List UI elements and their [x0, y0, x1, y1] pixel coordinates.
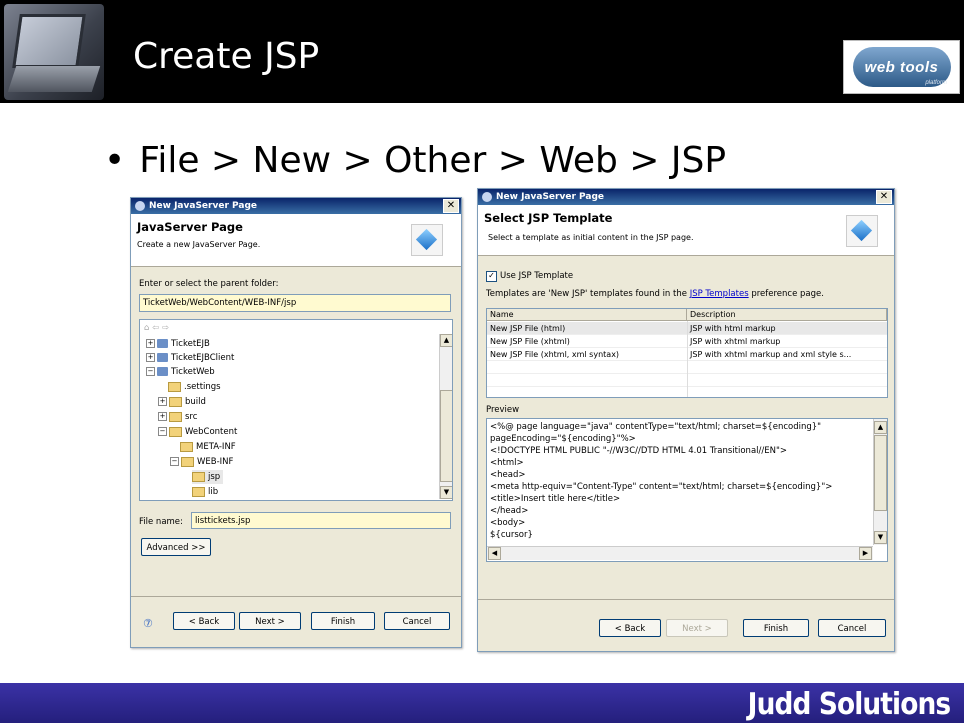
- eclipse-icon: [482, 192, 492, 202]
- preview-line: <html>: [490, 458, 524, 468]
- templates-info: Templates are 'New JSP' templates found …: [486, 289, 824, 299]
- preview-line: <body>: [490, 518, 526, 528]
- folder-input[interactable]: TicketWeb/WebContent/WEB-INF/jsp: [139, 294, 451, 312]
- preview-hscrollbar[interactable]: ◀ ▶: [487, 546, 873, 560]
- tree-item[interactable]: + TicketEJBClient: [146, 351, 234, 365]
- advanced-button[interactable]: Advanced >>: [141, 538, 211, 556]
- tree-item-selected[interactable]: jsp: [192, 470, 224, 484]
- preview-line: pageEncoding="${encoding}"%>: [490, 434, 636, 444]
- tree-scrollbar[interactable]: ▲ ▼: [439, 334, 452, 499]
- dialog-titlebar: New JavaServer Page ✕: [478, 189, 894, 205]
- next-button[interactable]: Next >: [239, 612, 301, 630]
- scroll-down-icon[interactable]: ▼: [440, 486, 452, 499]
- back-button[interactable]: < Back: [173, 612, 235, 630]
- footer-bar: Judd Solutions: [0, 683, 964, 723]
- table-cell-desc[interactable]: JSP with html markup: [687, 322, 887, 335]
- finish-button[interactable]: Finish: [311, 612, 375, 630]
- bullet-point: • File > New > Other > Web > JSP: [104, 140, 726, 181]
- jsp-dialog-template: New JavaServer Page ✕ Select JSP Templat…: [477, 188, 895, 652]
- scroll-right-icon[interactable]: ▶: [859, 547, 872, 560]
- title-bar: Create JSP web tools platform: [0, 0, 964, 103]
- preview-line: <title>Insert title here</title>: [490, 494, 621, 504]
- folder-tree[interactable]: ⌂ ⇦ ⇨ + TicketEJB + TicketEJBClient − Ticke…: [139, 319, 453, 501]
- laptop-image: [4, 4, 104, 100]
- jsp-dialog-folder: New JavaServer Page ✕ JavaServer Page Cr…: [130, 197, 462, 648]
- dialog-title: New JavaServer Page: [149, 201, 257, 211]
- header-subtitle: Select a template as initial content in …: [488, 233, 694, 242]
- preview-line: ${cursor}: [490, 530, 533, 539]
- web-tools-logo: web tools platform: [843, 40, 960, 94]
- cancel-button[interactable]: Cancel: [818, 619, 886, 637]
- table-cell-desc[interactable]: JSP with xhtml markup: [687, 335, 887, 348]
- preview-line: <%@ page language="java" contentType="te…: [490, 422, 822, 432]
- footer-brand: Judd Solutions: [747, 687, 950, 722]
- tree-toolbar[interactable]: ⌂ ⇦ ⇨: [144, 321, 169, 335]
- cancel-button[interactable]: Cancel: [384, 612, 450, 630]
- tree-item[interactable]: − WEB-INF: [170, 455, 233, 469]
- column-header-name[interactable]: Name: [487, 309, 687, 321]
- eclipse-icon: [135, 201, 145, 211]
- column-header-description[interactable]: Description: [687, 309, 887, 321]
- column-divider: [687, 321, 688, 397]
- header-title: Select JSP Template: [484, 211, 613, 225]
- bullet-dot: •: [104, 140, 126, 181]
- preview-label: Preview: [486, 405, 520, 415]
- button-separator: [131, 596, 461, 597]
- tree-item[interactable]: .settings: [168, 380, 221, 394]
- finish-button[interactable]: Finish: [743, 619, 809, 637]
- templates-table[interactable]: Name Description New JSP File (html) JSP…: [486, 308, 888, 398]
- scroll-thumb[interactable]: [440, 390, 452, 482]
- logo-subtext: platform: [925, 80, 947, 86]
- preview-line: </head>: [490, 506, 529, 516]
- jsp-templates-link[interactable]: JSP Templates: [690, 289, 749, 299]
- filename-label: File name:: [139, 517, 183, 527]
- table-cell-desc[interactable]: JSP with xhtml markup and xml style s...: [687, 348, 887, 361]
- folder-label: Enter or select the parent folder:: [139, 279, 279, 289]
- tree-item[interactable]: + src: [158, 410, 197, 424]
- wizard-icon: [846, 215, 878, 247]
- wizard-icon: [411, 224, 443, 256]
- preview-vscrollbar[interactable]: ▲ ▼: [873, 419, 887, 545]
- dialog-header: JavaServer Page Create a new JavaServer …: [131, 214, 461, 267]
- tree-item[interactable]: + TicketEJB: [146, 337, 210, 351]
- button-separator: [478, 599, 894, 600]
- use-template-label: Use JSP Template: [500, 271, 574, 281]
- close-icon[interactable]: ✕: [443, 199, 459, 213]
- header-title: JavaServer Page: [137, 220, 243, 234]
- scroll-up-icon[interactable]: ▲: [440, 334, 452, 347]
- dialog-titlebar: New JavaServer Page ✕: [131, 198, 461, 214]
- table-cell-name[interactable]: New JSP File (xhtml): [487, 335, 687, 348]
- preview-pane[interactable]: <%@ page language="java" contentType="te…: [486, 418, 888, 562]
- scroll-up-icon[interactable]: ▲: [874, 421, 887, 434]
- scroll-down-icon[interactable]: ▼: [874, 531, 887, 544]
- scroll-thumb[interactable]: [874, 435, 887, 511]
- tree-item[interactable]: META-INF: [180, 440, 236, 454]
- tree-item[interactable]: lib: [192, 485, 218, 499]
- dialog-header: Select JSP Template Select a template as…: [478, 205, 894, 256]
- close-icon[interactable]: ✕: [876, 190, 892, 204]
- table-cell-name[interactable]: New JSP File (xhtml, xml syntax): [487, 348, 687, 361]
- use-template-checkbox[interactable]: ✓: [486, 271, 497, 282]
- header-subtitle: Create a new JavaServer Page.: [137, 240, 261, 249]
- table-cell-name[interactable]: New JSP File (html): [487, 322, 687, 335]
- preview-line: <meta http-equiv="Content-Type" content=…: [490, 482, 833, 492]
- help-icon[interactable]: ⑦: [143, 617, 153, 630]
- dialog-title: New JavaServer Page: [496, 192, 604, 202]
- slide-title: Create JSP: [133, 36, 320, 77]
- slide: Create JSP web tools platform • File > Ne…: [0, 0, 964, 723]
- tree-item[interactable]: + build: [158, 395, 206, 409]
- scroll-left-icon[interactable]: ◀: [488, 547, 501, 560]
- next-button[interactable]: Next >: [666, 619, 728, 637]
- bullet-text: File > New > Other > Web > JSP: [139, 140, 727, 181]
- tree-item[interactable]: − WebContent: [158, 425, 237, 439]
- filename-input[interactable]: listtickets.jsp: [191, 512, 451, 529]
- preview-line: <!DOCTYPE HTML PUBLIC "-//W3C//DTD HTML …: [490, 446, 788, 456]
- back-button[interactable]: < Back: [599, 619, 661, 637]
- tree-item[interactable]: − TicketWeb: [146, 365, 215, 379]
- preview-line: <head>: [490, 470, 526, 480]
